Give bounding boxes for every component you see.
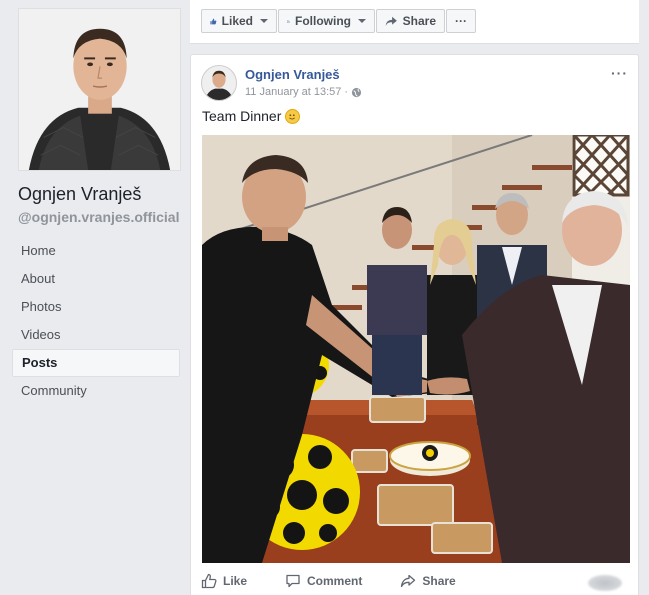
like-label: Like: [223, 574, 248, 588]
comment-label: Comment: [307, 574, 363, 588]
page-action-bar: Liked Following Share ···: [190, 0, 639, 44]
liked-button[interactable]: Liked: [201, 9, 277, 33]
nav-item-community[interactable]: Community: [12, 377, 180, 405]
post-action-bar: Like Comment Share: [201, 573, 631, 589]
profile-photo-image: [19, 9, 180, 170]
nav-item-home[interactable]: Home: [12, 237, 180, 265]
nav-item-posts[interactable]: Posts: [12, 349, 180, 377]
post-author-name[interactable]: Ognjen Vranješ: [245, 67, 362, 82]
page-name[interactable]: Ognjen Vranješ: [18, 184, 183, 205]
post-photo[interactable]: [202, 135, 630, 563]
share-page-button[interactable]: Share: [376, 9, 445, 33]
page-username[interactable]: @ognjen.vranjes.official: [18, 209, 183, 225]
share-arrow-icon: [385, 16, 397, 26]
share-arrow-icon: [401, 574, 416, 588]
globe-icon: [352, 87, 362, 97]
share-button[interactable]: Share: [400, 573, 456, 589]
thumbs-up-outline-icon: [201, 573, 217, 589]
share-page-label: Share: [402, 14, 436, 28]
following-button[interactable]: Following: [278, 9, 375, 33]
team-dinner-photo: [202, 135, 630, 563]
chevron-down-icon: [358, 19, 366, 23]
thumbs-up-icon: [210, 18, 217, 24]
commenter-avatar-selector[interactable]: [588, 575, 622, 591]
more-dots-icon: ···: [455, 14, 467, 28]
comment-button[interactable]: Comment: [285, 573, 362, 589]
avatar-image: [202, 66, 236, 100]
more-options-button[interactable]: ···: [446, 9, 476, 33]
share-label: Share: [422, 574, 456, 588]
post-text-content: Team Dinner: [202, 108, 282, 124]
nav-item-about[interactable]: About: [12, 265, 180, 293]
post-timestamp[interactable]: 11 January at 13:57: [245, 86, 341, 98]
post-card: Ognjen Vranješ 11 January at 13:57 · ···…: [190, 54, 639, 595]
post-options-icon[interactable]: ···: [611, 65, 628, 81]
comment-bubble-icon: [286, 574, 300, 588]
post-text: Team Dinner: [202, 108, 301, 124]
smiley-emoji-icon: [285, 108, 301, 124]
following-label: Following: [295, 14, 351, 28]
post-header: Ognjen Vranješ 11 January at 13:57 ·: [201, 65, 362, 101]
liked-label: Liked: [221, 14, 253, 28]
chevron-down-icon: [260, 19, 268, 23]
rss-follow-icon: [287, 19, 290, 23]
nav-item-photos[interactable]: Photos: [12, 293, 180, 321]
post-meta: 11 January at 13:57 ·: [245, 86, 362, 98]
meta-separator: ·: [344, 86, 349, 98]
left-column: Ognjen Vranješ @ognjen.vranjes.official …: [12, 8, 183, 405]
like-button[interactable]: Like: [201, 573, 247, 589]
nav-item-videos[interactable]: Videos: [12, 321, 180, 349]
author-avatar[interactable]: [201, 65, 237, 101]
page-navigation: Home About Photos Videos Posts Community: [12, 237, 183, 405]
profile-picture[interactable]: [18, 8, 181, 171]
